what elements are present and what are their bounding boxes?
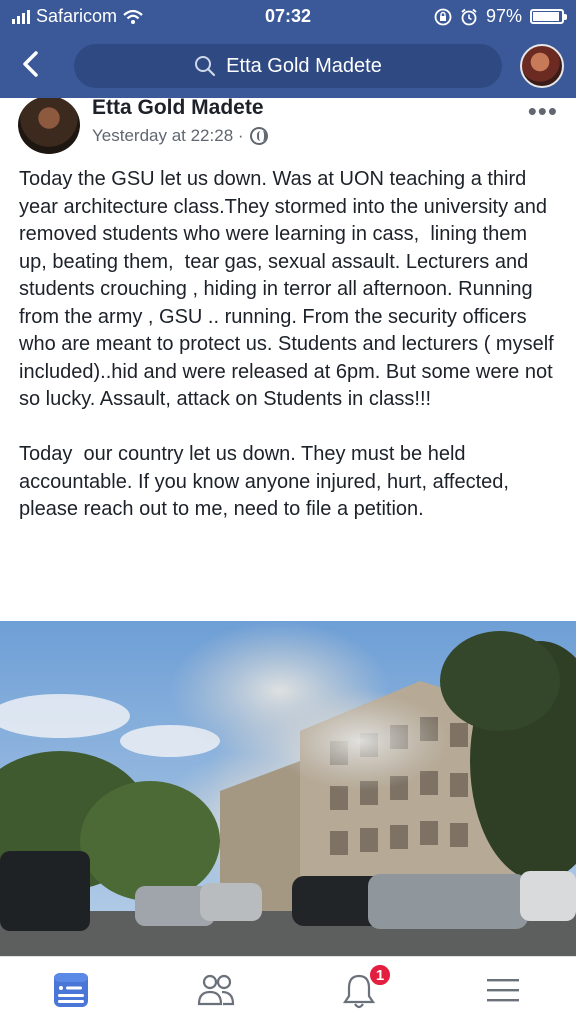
status-bar: Safaricom 07:32 97% (0, 0, 576, 32)
menu-icon (487, 979, 519, 1002)
public-globe-icon (249, 127, 268, 145)
search-bar[interactable]: Etta Gold Madete (74, 44, 502, 88)
author-name[interactable]: Etta Gold Madete (92, 98, 264, 120)
post-photo[interactable] (0, 621, 576, 956)
post-meta: Yesterday at 22:28 · (92, 126, 268, 146)
notifications-badge: 1 (368, 963, 392, 987)
post-timestamp[interactable]: Yesterday at 22:28 · (92, 126, 244, 146)
tab-news-feed[interactable] (52, 971, 92, 1011)
tab-menu[interactable] (484, 971, 524, 1011)
post: Etta Gold Madete Yesterday at 22:28 · ••… (0, 98, 576, 956)
search-query: Etta Gold Madete (226, 54, 382, 77)
author-avatar[interactable] (18, 98, 80, 154)
bottom-nav: 1 (0, 956, 576, 1024)
profile-avatar[interactable] (520, 44, 564, 88)
post-text: Today the GSU let us down. Was at UON te… (19, 168, 554, 520)
search-icon (195, 56, 216, 77)
more-options-button[interactable]: ••• (528, 98, 558, 127)
news-feed-icon (54, 973, 88, 1007)
tab-notifications[interactable]: 1 (340, 963, 392, 1011)
rotation-lock-icon (434, 8, 452, 25)
battery-icon (530, 9, 567, 24)
photo-smoke-building (0, 621, 576, 956)
friends-icon (197, 974, 235, 1006)
battery-percent: 97% (485, 6, 522, 26)
status-icons: 97% (434, 6, 567, 27)
back-button[interactable] (20, 50, 46, 80)
top-bar: Safaricom 07:32 97% Etta Gold Madete (0, 0, 576, 98)
tab-friends[interactable] (196, 971, 236, 1011)
alarm-icon (461, 8, 477, 25)
chevron-left-icon (23, 51, 38, 77)
